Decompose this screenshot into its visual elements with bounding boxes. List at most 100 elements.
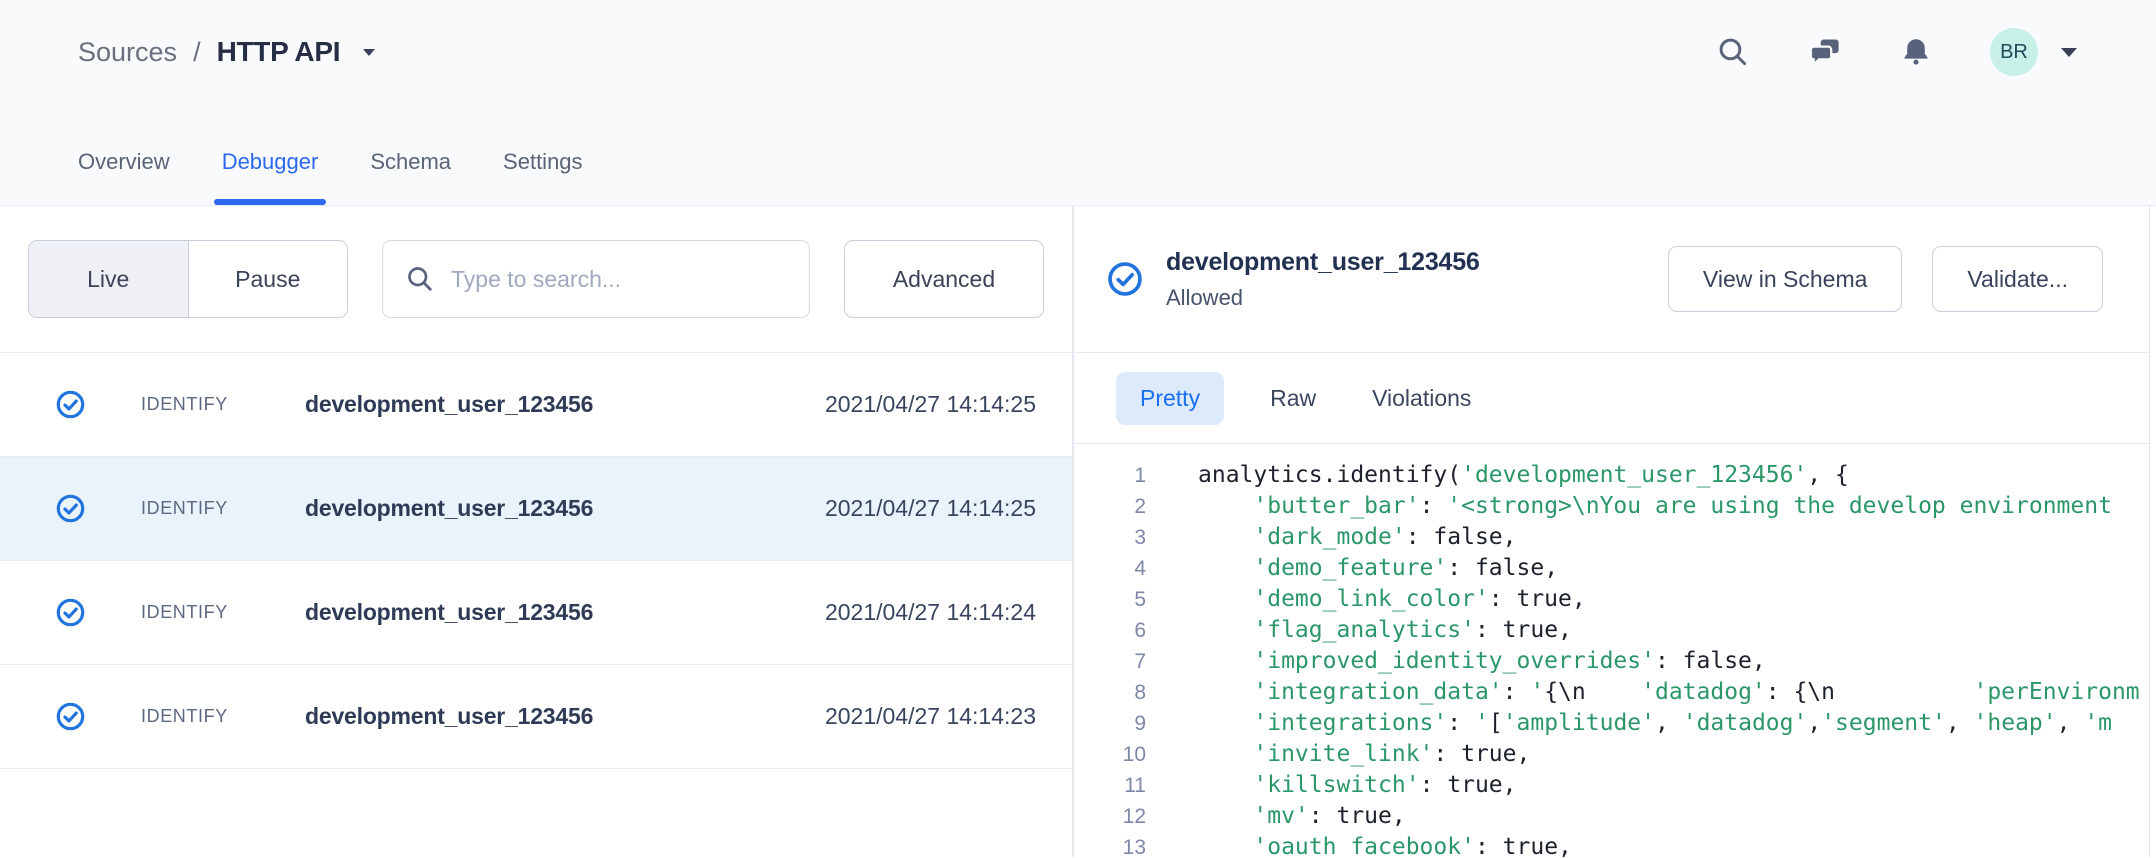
detail-tab-violations[interactable]: Violations <box>1362 372 1481 425</box>
code-line: 5 'demo_link_color': true, <box>1074 584 2149 615</box>
line-number: 8 <box>1074 677 1146 708</box>
detail-tab-raw[interactable]: Raw <box>1260 372 1326 425</box>
code-line: 3 'dark_mode': false, <box>1074 522 2149 553</box>
code-line: 9 'integrations': '['amplitude', 'datado… <box>1074 708 2149 739</box>
breadcrumb-separator: / <box>193 37 201 68</box>
debugger-toolbar: Live Pause Advanced <box>0 206 1072 352</box>
event-type: IDENTIFY <box>141 602 253 623</box>
line-number: 1 <box>1074 460 1146 491</box>
view-in-schema-button[interactable]: View in Schema <box>1668 246 1903 312</box>
code-line: 12 'mv': true, <box>1074 801 2149 832</box>
event-row[interactable]: IDENTIFY development_user_123456 2021/04… <box>0 561 1072 665</box>
code-text: 'dark_mode': false, <box>1198 522 1517 553</box>
nav-tab-settings[interactable]: Settings <box>503 143 583 205</box>
line-number: 10 <box>1074 739 1146 770</box>
line-number: 3 <box>1074 522 1146 553</box>
code-text: 'killswitch': true, <box>1198 770 1517 801</box>
line-number: 6 <box>1074 615 1146 646</box>
event-name: development_user_123456 <box>305 391 593 418</box>
topbar: Sources / HTTP API <box>0 0 2156 76</box>
line-number: 7 <box>1074 646 1146 677</box>
code-line: 7 'improved_identity_overrides': false, <box>1074 646 2149 677</box>
search-box[interactable] <box>382 240 810 318</box>
scrollbar-track[interactable] <box>2149 356 2156 413</box>
line-number: 4 <box>1074 553 1146 584</box>
detail-header: development_user_123456 Allowed View in … <box>1074 206 2149 353</box>
event-timestamp: 2021/04/27 14:14:24 <box>825 599 1036 626</box>
chat-icon[interactable] <box>1808 35 1842 69</box>
event-list: IDENTIFY development_user_123456 2021/04… <box>0 352 1072 857</box>
event-allowed-check-icon <box>55 701 86 732</box>
detail-event-name: development_user_123456 <box>1166 248 1480 277</box>
event-allowed-check-icon <box>55 389 86 420</box>
detail-allowed-check-icon <box>1106 260 1144 298</box>
avatar-caret-icon[interactable] <box>2060 47 2078 58</box>
code-text: 'demo_link_color': true, <box>1198 584 1586 615</box>
code-text: 'flag_analytics': true, <box>1198 615 1572 646</box>
main-content: Live Pause Advanced <box>0 206 2156 857</box>
line-number: 2 <box>1074 491 1146 522</box>
avatar[interactable]: BR <box>1990 28 2038 76</box>
code-text: 'integration_data': '{\n 'datadog': {\n … <box>1198 677 2140 708</box>
event-row[interactable]: IDENTIFY development_user_123456 2021/04… <box>0 665 1072 769</box>
live-button[interactable]: Live <box>29 241 189 317</box>
event-allowed-check-icon <box>55 597 86 628</box>
breadcrumb: Sources / HTTP API <box>78 36 376 68</box>
code-text: 'oauth_facebook': true, <box>1198 832 1572 857</box>
app-header: Sources / HTTP API <box>0 0 2156 206</box>
nav-tabs: Overview Debugger Schema Settings <box>78 143 583 205</box>
code-line: 2 'butter_bar': '<strong>\nYou are using… <box>1074 491 2149 522</box>
line-number: 9 <box>1074 708 1146 739</box>
event-name: development_user_123456 <box>305 495 593 522</box>
code-line: 1 analytics.identify('development_user_1… <box>1074 460 2149 491</box>
event-type: IDENTIFY <box>141 394 253 415</box>
nav-tab-debugger[interactable]: Debugger <box>222 143 319 205</box>
detail-status-label: Allowed <box>1166 285 1480 311</box>
code-line: 4 'demo_feature': false, <box>1074 553 2149 584</box>
search-icon[interactable] <box>1716 35 1750 69</box>
code-text: 'integrations': '['amplitude', 'datadog'… <box>1198 708 2112 739</box>
validate-button[interactable]: Validate... <box>1932 246 2103 312</box>
code-text: analytics.identify('development_user_123… <box>1198 460 1849 491</box>
detail-tabs: Pretty Raw Violations <box>1074 353 2149 444</box>
nav-tab-schema[interactable]: Schema <box>370 143 451 205</box>
code-line: 13 'oauth_facebook': true, <box>1074 832 2149 857</box>
code-text: 'improved_identity_overrides': false, <box>1198 646 1766 677</box>
code-text: 'butter_bar': '<strong>\nYou are using t… <box>1198 491 2112 522</box>
bell-icon[interactable] <box>1900 35 1932 69</box>
event-timestamp: 2021/04/27 14:14:25 <box>825 391 1036 418</box>
topbar-actions: BR <box>1716 28 2078 76</box>
search-input[interactable] <box>451 266 787 293</box>
code-line: 11 'killswitch': true, <box>1074 770 2149 801</box>
payload-code-view: 1 analytics.identify('development_user_1… <box>1074 444 2149 857</box>
code-line: 8 'integration_data': '{\n 'datadog': {\… <box>1074 677 2149 708</box>
advanced-button[interactable]: Advanced <box>844 240 1044 318</box>
event-detail-panel: development_user_123456 Allowed View in … <box>1074 206 2150 857</box>
event-type: IDENTIFY <box>141 498 253 519</box>
line-number: 12 <box>1074 801 1146 832</box>
event-name: development_user_123456 <box>305 703 593 730</box>
code-line: 10 'invite_link': true, <box>1074 739 2149 770</box>
line-number: 13 <box>1074 832 1146 857</box>
detail-titles: development_user_123456 Allowed <box>1166 248 1480 311</box>
search-input-icon <box>405 264 435 294</box>
event-row[interactable]: IDENTIFY development_user_123456 2021/04… <box>0 457 1072 561</box>
debugger-event-panel: Live Pause Advanced <box>0 206 1074 857</box>
breadcrumb-caret-icon[interactable] <box>362 48 376 57</box>
event-row[interactable]: IDENTIFY development_user_123456 2021/04… <box>0 353 1072 457</box>
code-text: 'demo_feature': false, <box>1198 553 1558 584</box>
event-timestamp: 2021/04/27 14:14:23 <box>825 703 1036 730</box>
line-number: 11 <box>1074 770 1146 801</box>
nav-tab-overview[interactable]: Overview <box>78 143 170 205</box>
user-menu[interactable]: BR <box>1990 28 2078 76</box>
detail-tab-pretty[interactable]: Pretty <box>1116 372 1224 425</box>
event-name: development_user_123456 <box>305 599 593 626</box>
pause-button[interactable]: Pause <box>189 241 348 317</box>
event-allowed-check-icon <box>55 493 86 524</box>
breadcrumb-current: HTTP API <box>217 36 341 68</box>
breadcrumb-section[interactable]: Sources <box>78 37 177 68</box>
code-text: 'mv': true, <box>1198 801 1406 832</box>
detail-actions: View in Schema Validate... <box>1668 246 2103 312</box>
code-line: 6 'flag_analytics': true, <box>1074 615 2149 646</box>
event-type: IDENTIFY <box>141 706 253 727</box>
